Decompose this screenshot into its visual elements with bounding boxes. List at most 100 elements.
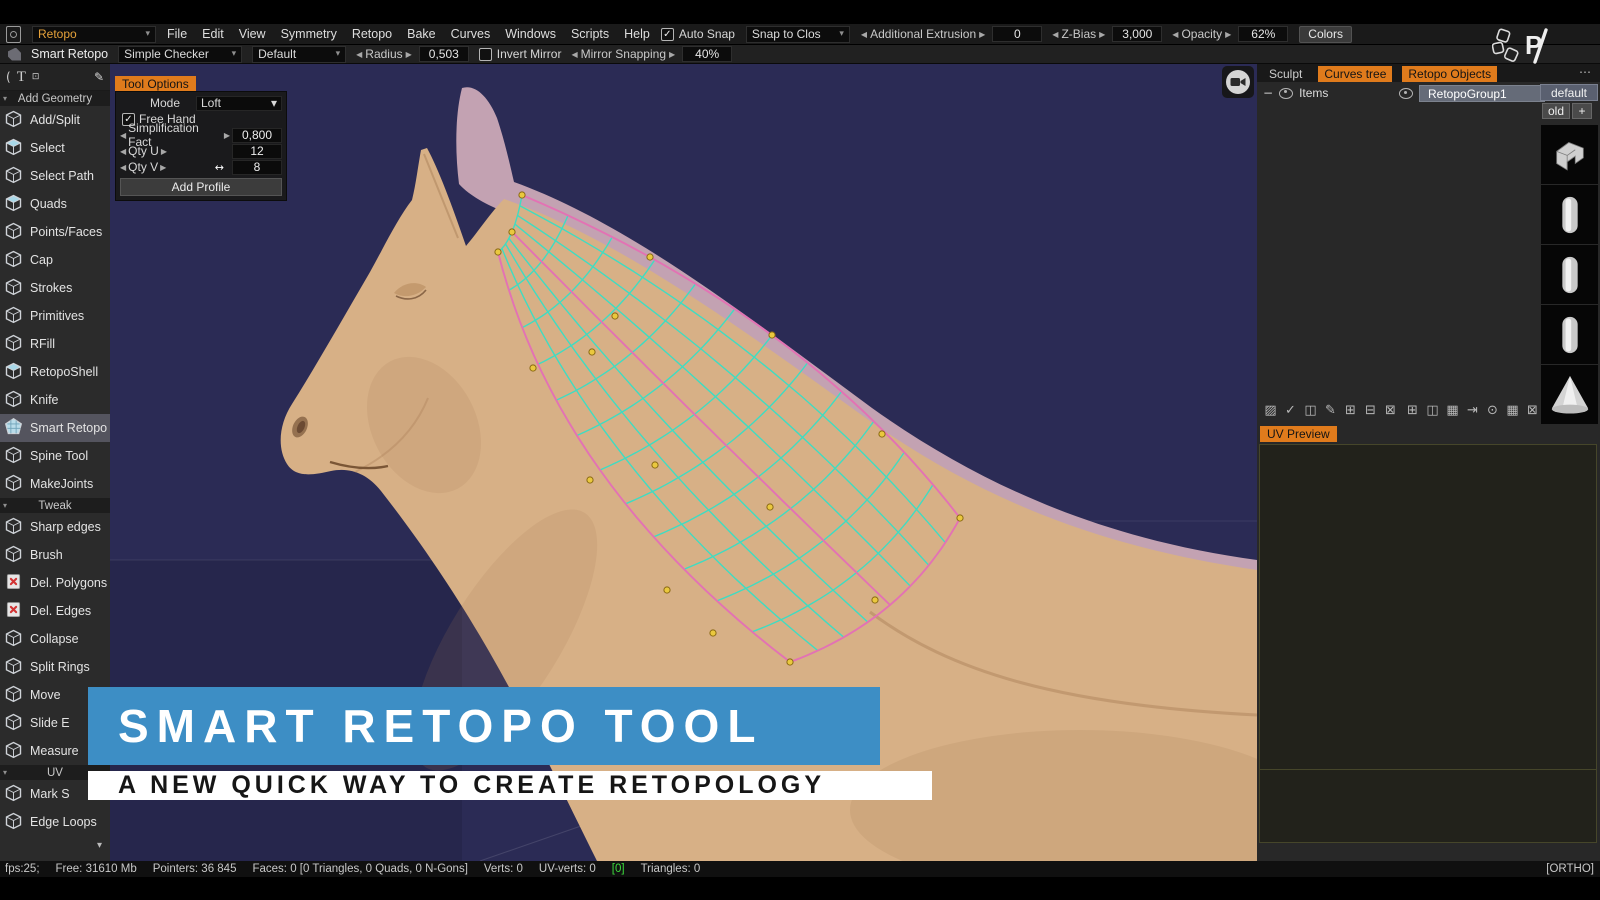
curves-tree-root[interactable]: − Items xyxy=(1263,86,1328,100)
merge-layer-icon[interactable]: ⊟ xyxy=(1363,403,1378,418)
stepper-right-icon[interactable]: ▶ xyxy=(161,147,167,156)
mirror-snapping-value[interactable]: 40% xyxy=(682,46,733,62)
retopo-group-row[interactable]: RetopoGroup1 xyxy=(1399,85,1545,102)
pencil-icon[interactable]: ✎ xyxy=(94,70,104,84)
sync-icon[interactable]: ⊙ xyxy=(1485,403,1500,418)
tool-options-tab[interactable]: Tool Options xyxy=(115,76,196,91)
add-preset-button[interactable]: + xyxy=(1572,103,1592,119)
menu-help[interactable]: Help xyxy=(624,27,650,41)
text-tool-icon[interactable]: T xyxy=(17,69,26,86)
old-preset-button[interactable]: old xyxy=(1542,103,1570,119)
opacity-stepper[interactable]: ◀ Opacity ▶ 62% xyxy=(1172,26,1289,42)
sidebar-item-select-path[interactable]: Select Path xyxy=(0,162,110,190)
sidebar-item-quads[interactable]: Quads xyxy=(0,190,110,218)
tab-retopo-objects[interactable]: Retopo Objects xyxy=(1402,66,1498,82)
delete-layer-icon[interactable]: ⊠ xyxy=(1383,403,1398,418)
qty-u-value[interactable]: 12 xyxy=(232,143,282,159)
menu-edit[interactable]: Edit xyxy=(202,27,224,41)
mirror-snapping-stepper[interactable]: ◀ Mirror Snapping ▶ 40% xyxy=(571,46,733,62)
section-header-tweak[interactable]: ▾ Tweak xyxy=(0,498,110,513)
stepper-right-icon[interactable]: ▶ xyxy=(669,50,675,59)
section-header-add-geometry[interactable]: ▾ Add Geometry xyxy=(0,91,110,106)
stepper-left-icon[interactable]: ◀ xyxy=(1172,30,1178,39)
mesh-control-point[interactable] xyxy=(878,430,886,438)
stepper-right-icon[interactable]: ▶ xyxy=(160,163,166,172)
snap-mode-select[interactable]: Snap to Clos ▾ xyxy=(745,25,850,43)
mesh-control-point[interactable] xyxy=(651,461,659,469)
primitive-thumb-capsule[interactable] xyxy=(1541,245,1598,304)
stepper-left-icon[interactable]: ◀ xyxy=(356,50,362,59)
retopo-group-selected[interactable]: RetopoGroup1 xyxy=(1419,85,1545,102)
invert-mirror-checkbox[interactable]: Invert Mirror xyxy=(478,47,561,61)
duplicate-icon[interactable]: ◫ xyxy=(1303,403,1318,418)
stepper-left-icon[interactable]: ◀ xyxy=(120,147,126,156)
sidebar-item-smart-retopo[interactable]: Smart Retopo xyxy=(0,414,110,442)
sidebar-item-retoposhell[interactable]: RetopoShell xyxy=(0,358,110,386)
sidebar-item-collapse[interactable]: Collapse xyxy=(0,625,110,653)
sidebar-item-edge-loops[interactable]: Edge Loops xyxy=(0,808,110,836)
camera-widget[interactable] xyxy=(1222,66,1254,98)
grid-icon[interactable]: ▦ xyxy=(1445,403,1460,418)
menu-symmetry[interactable]: Symmetry xyxy=(281,27,337,41)
z-bias-value[interactable]: 3,000 xyxy=(1112,26,1163,42)
menu-file[interactable]: File xyxy=(167,27,187,41)
mode-select[interactable]: Loft ▾ xyxy=(196,95,282,111)
qty-v-value[interactable]: 8 xyxy=(232,159,282,175)
stepper-right-icon[interactable]: ▶ xyxy=(224,131,230,140)
mesh-control-point[interactable] xyxy=(611,312,619,320)
checker-select[interactable]: Simple Checker ▾ xyxy=(118,45,243,63)
colors-button[interactable]: Colors xyxy=(1299,25,1352,43)
import-icon[interactable]: ⇥ xyxy=(1465,403,1480,418)
mesh-control-point[interactable] xyxy=(586,476,594,484)
stepper-left-icon[interactable]: ◀ xyxy=(861,30,867,39)
sidebar-item-split-rings[interactable]: Split Rings xyxy=(0,653,110,681)
mesh-control-point[interactable] xyxy=(768,331,776,339)
radius-stepper[interactable]: ◀ Radius ▶ 0,503 xyxy=(356,46,469,62)
sidebar-item-knife[interactable]: Knife xyxy=(0,386,110,414)
table-icon[interactable]: ▦ xyxy=(1505,403,1520,418)
radius-value[interactable]: 0,503 xyxy=(418,46,469,62)
menu-scripts[interactable]: Scripts xyxy=(571,27,609,41)
sidebar-item-del-polygons[interactable]: Del. Polygons xyxy=(0,569,110,597)
checker-icon[interactable]: ▨ xyxy=(1263,403,1278,418)
sidebar-item-spine-tool[interactable]: Spine Tool xyxy=(0,442,110,470)
qty-v-stepper[interactable]: ◀ Qty V ▶ ↔ 8 xyxy=(120,159,282,175)
room-select[interactable]: Retopo ▾ xyxy=(32,25,156,43)
menu-bake[interactable]: Bake xyxy=(407,27,436,41)
scroll-more-icon[interactable]: ▾ xyxy=(97,840,102,851)
additional-extrusion-value[interactable]: 0 xyxy=(992,26,1043,42)
sidebar-item-rfill[interactable]: RFill xyxy=(0,330,110,358)
sidebar-item-brush[interactable]: Brush xyxy=(0,541,110,569)
primitive-thumb-cone[interactable] xyxy=(1541,365,1598,424)
menu-view[interactable]: View xyxy=(239,27,266,41)
sidebar-item-cap[interactable]: Cap xyxy=(0,246,110,274)
sidebar-item-select[interactable]: Select xyxy=(0,134,110,162)
mesh-control-point[interactable] xyxy=(871,596,879,604)
visibility-eye-icon[interactable] xyxy=(1399,88,1413,99)
z-bias-stepper[interactable]: ◀ Z-Bias ▶ 3,000 xyxy=(1052,26,1163,42)
bracket-icon[interactable]: ( xyxy=(6,70,11,84)
menu-retopo[interactable]: Retopo xyxy=(352,27,392,41)
primitive-thumb-capsule[interactable] xyxy=(1541,305,1598,364)
mesh-control-point[interactable] xyxy=(786,658,794,666)
collapse-icon[interactable]: − xyxy=(1263,86,1273,100)
uv-preview-tab[interactable]: UV Preview xyxy=(1260,426,1337,442)
mesh-control-point[interactable] xyxy=(588,348,596,356)
tab-sculpt[interactable]: Sculpt xyxy=(1263,66,1308,82)
additional-extrusion-stepper[interactable]: ◀ Additional Extrusion ▶ 0 xyxy=(861,26,1043,42)
menu-windows[interactable]: Windows xyxy=(505,27,556,41)
sidebar-item-points-faces[interactable]: Points/Faces xyxy=(0,218,110,246)
sidebar-item-add-split[interactable]: Add/Split xyxy=(0,106,110,134)
stepper-right-icon[interactable]: ▶ xyxy=(1099,30,1105,39)
sidebar-item-del-edges[interactable]: Del. Edges xyxy=(0,597,110,625)
add-layer-icon[interactable]: ⊞ xyxy=(1343,403,1358,418)
add-profile-button[interactable]: Add Profile xyxy=(120,178,282,196)
visibility-eye-icon[interactable] xyxy=(1279,87,1294,99)
default-preset-button[interactable]: default xyxy=(1540,84,1598,101)
sidebar-item-strokes[interactable]: Strokes xyxy=(0,274,110,302)
menu-curves[interactable]: Curves xyxy=(451,27,491,41)
rename-icon[interactable]: ✎ xyxy=(1323,403,1338,418)
mesh-control-point[interactable] xyxy=(508,228,516,236)
mesh-control-point[interactable] xyxy=(766,503,774,511)
add-object-icon[interactable]: ⊞ xyxy=(1405,403,1420,418)
